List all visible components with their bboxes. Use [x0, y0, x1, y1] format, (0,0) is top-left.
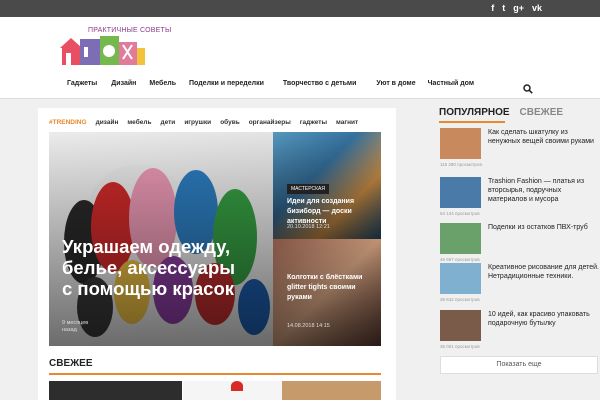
search-icon[interactable]: [523, 84, 533, 94]
featured-title[interactable]: Украшаем одежду, белье, аксессуары с пом…: [62, 236, 242, 299]
top-bar: f t g+ vk: [0, 0, 600, 17]
popular-title[interactable]: Поделки из остатков ПВХ-труб: [488, 223, 600, 232]
views-count: 115 280 просмотров: [440, 162, 482, 167]
sidebar-tabs: ПОПУЛЯРНОЕ СВЕЖЕЕ: [439, 107, 563, 118]
nav-item-gadgets[interactable]: Гаджеты: [67, 80, 97, 87]
popular-thumbnail: [440, 128, 481, 159]
featured-small-title-1[interactable]: Идеи для создания бизиборд — доски актив…: [287, 197, 375, 227]
popular-item[interactable]: Как сделать шкатулку из ненужных вещей с…: [440, 128, 600, 170]
popular-item[interactable]: Креативное рисование для детей. Нетрадиц…: [440, 263, 600, 305]
popular-thumbnail: [440, 263, 481, 294]
tab-popular[interactable]: ПОПУЛЯРНОЕ: [439, 107, 510, 118]
main-content: #TRENDING дизайн мебель дети игрушки обу…: [38, 108, 396, 400]
views-count: 45 667 просмотров: [440, 257, 480, 262]
featured-article-small-1[interactable]: МАСТЕРСКАЯ Идеи для создания бизиборд — …: [273, 132, 381, 239]
tag-kids[interactable]: дети: [160, 119, 175, 126]
popular-item[interactable]: Trashion Fashion — платья из вторсырья, …: [440, 177, 600, 219]
trending-tags: #TRENDING дизайн мебель дети игрушки обу…: [49, 116, 358, 128]
popular-title[interactable]: Креативное рисование для детей. Нетрадиц…: [488, 263, 600, 281]
tag-shoes[interactable]: обувь: [220, 119, 240, 126]
tag-organizers[interactable]: органайзеры: [249, 119, 291, 126]
category-badge[interactable]: МАСТЕРСКАЯ: [287, 184, 329, 194]
tag-design[interactable]: дизайн: [96, 119, 119, 126]
popular-thumbnail: [440, 310, 481, 341]
popular-thumbnail: [440, 223, 481, 254]
main-nav: Гаджеты Дизайн Мебель Поделки и переделк…: [58, 80, 474, 87]
popular-item[interactable]: Поделки из остатков ПВХ-труб 45 667 прос…: [440, 223, 600, 265]
sidebar: ПОПУЛЯРНОЕ СВЕЖЕЕ Как сделать шкатулку и…: [430, 99, 600, 400]
tag-furniture[interactable]: мебель: [127, 119, 151, 126]
nav-item-furniture[interactable]: Мебель: [149, 80, 176, 87]
featured-small-date-2: 14.08.2018 14:15: [287, 323, 330, 329]
tag-gadgets[interactable]: гаджеты: [300, 119, 327, 126]
tag-toys[interactable]: игрушки: [184, 119, 211, 126]
google-plus-icon[interactable]: g+: [513, 3, 524, 14]
featured-article-small-2[interactable]: Колготки с блёстками glitter tights свои…: [273, 239, 381, 346]
featured-date: 9 месяцев назад: [62, 320, 89, 333]
show-more-button[interactable]: Показать еще: [440, 356, 598, 374]
views-count: 63 134 просмотров: [440, 211, 480, 216]
trending-label: #TRENDING: [49, 118, 87, 126]
facebook-icon[interactable]: f: [491, 3, 494, 14]
balloon-shape: [231, 381, 243, 391]
tab-fresh[interactable]: СВЕЖЕЕ: [520, 107, 564, 118]
nav-item-design[interactable]: Дизайн: [111, 80, 136, 87]
featured-small-title-2[interactable]: Колготки с блёстками glitter tights свои…: [287, 273, 377, 303]
fresh-thumbnail-1[interactable]: [49, 381, 182, 400]
section-divider: [49, 373, 381, 375]
tag-magnet[interactable]: магнит: [336, 119, 358, 126]
views-count: 36 001 просмотров: [440, 344, 480, 349]
social-links: f t g+ vk: [491, 3, 542, 14]
nav-item-private-house[interactable]: Частный дом: [428, 80, 474, 87]
vk-icon[interactable]: vk: [532, 3, 542, 14]
featured-small-date-1: 20.10.2018 12:21: [287, 224, 330, 230]
popular-title[interactable]: 10 идей, как красиво упаковать подарочну…: [488, 310, 600, 328]
popular-title[interactable]: Как сделать шкатулку из ненужных вещей с…: [488, 128, 600, 146]
fresh-thumbnail-3[interactable]: [282, 381, 381, 400]
popular-title[interactable]: Trashion Fashion — платья из вторсырья, …: [488, 177, 600, 204]
views-count: 39 632 просмотров: [440, 297, 480, 302]
fresh-heading: СВЕЖЕЕ: [49, 358, 93, 369]
nav-item-home-comfort[interactable]: Уют в доме: [376, 80, 415, 87]
active-tab-indicator: [439, 121, 505, 123]
popular-item[interactable]: 10 идей, как красиво упаковать подарочну…: [440, 310, 600, 352]
twitter-icon[interactable]: t: [502, 3, 505, 14]
nav-item-crafts[interactable]: Поделки и переделки: [189, 80, 264, 87]
popular-thumbnail: [440, 177, 481, 208]
site-logo[interactable]: ПРАКТИЧНЫЕ СОВЕТЫ: [60, 25, 180, 77]
logo-text: ПРАКТИЧНЫЕ СОВЕТЫ: [88, 27, 172, 34]
site-header: ПРАКТИЧНЫЕ СОВЕТЫ Гаджеты Дизайн Мебель …: [0, 17, 600, 99]
nav-item-kids-creativity[interactable]: Творчество с детьми: [283, 80, 357, 87]
